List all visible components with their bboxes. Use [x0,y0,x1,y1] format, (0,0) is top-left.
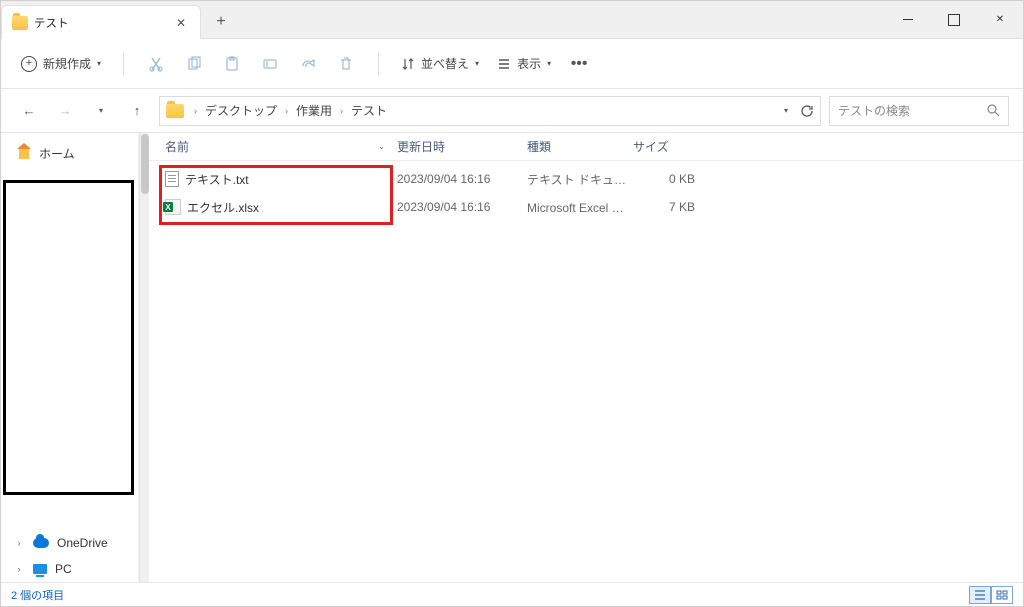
icons-view-button[interactable] [991,586,1013,604]
chevron-down-icon: ▾ [97,59,101,68]
view-mode-buttons [969,586,1013,604]
breadcrumb-item[interactable]: 作業用 [294,100,334,121]
file-name: テキスト.txt [185,171,249,188]
sidebar-item-onedrive[interactable]: › OneDrive [1,530,138,556]
toolbar: + 新規作成 ▾ 並べ替え ▾ 表示 ▾ ••• [1,39,1023,89]
file-type: テキスト ドキュメント [527,171,633,188]
close-window-button[interactable]: ✕ [977,1,1023,38]
column-label: 種類 [527,140,551,154]
file-type: Microsoft Excel ワ... [527,199,633,216]
sidebar-item-home[interactable]: ホーム [5,139,134,168]
share-button[interactable] [292,48,324,80]
view-icon [497,57,511,71]
view-button[interactable]: 表示 ▾ [491,51,557,76]
details-view-button[interactable] [969,586,991,604]
column-type[interactable]: 種類 [527,138,633,155]
new-label: 新規作成 [43,55,91,72]
search-icon [987,104,1000,117]
file-row[interactable]: テキスト.txt 2023/09/04 16:16 テキスト ドキュメント 0 … [149,165,1023,193]
file-date: 2023/09/04 16:16 [397,200,527,214]
column-label: 名前 [165,138,189,155]
cut-button[interactable] [140,48,172,80]
status-bar: 2 個の項目 [1,582,1023,606]
tab-title: テスト [34,15,69,31]
column-size[interactable]: サイズ [633,138,705,155]
delete-button[interactable] [330,48,362,80]
sort-label: 並べ替え [421,55,469,72]
cloud-icon [33,538,49,548]
home-icon [17,148,31,160]
chevron-down-icon[interactable]: ▾ [784,106,788,115]
folder-icon [12,16,28,30]
xlsx-file-icon [165,199,181,215]
up-button[interactable]: ↑ [123,97,151,125]
sidebar-label: ホーム [39,145,75,162]
content-area: 名前 ⌄ 更新日時 種類 サイズ テキスト.txt 2023/09/04 16:… [149,133,1023,582]
pc-icon [33,564,47,574]
chevron-right-icon: › [192,106,199,116]
sort-icon [401,57,415,71]
chevron-right-icon[interactable]: › [13,538,25,548]
maximize-button[interactable] [931,1,977,38]
window-controls: ✕ [885,1,1023,38]
chevron-right-icon[interactable]: › [13,564,25,574]
sort-indicator-icon: ⌄ [378,142,385,151]
back-button[interactable]: ← [15,97,43,125]
navigation-row: ← → ▾ ↑ › デスクトップ › 作業用 › テスト ▾ テストの検索 [1,89,1023,133]
separator [378,53,379,75]
chevron-right-icon: › [283,106,290,116]
file-row[interactable]: エクセル.xlsx 2023/09/04 16:16 Microsoft Exc… [149,193,1023,221]
file-size: 7 KB [633,200,705,214]
titlebar: テスト ✕ + ✕ [1,1,1023,39]
column-name[interactable]: 名前 ⌄ [165,138,397,155]
rename-button[interactable] [254,48,286,80]
column-label: 更新日時 [397,140,445,154]
refresh-button[interactable] [800,104,814,118]
minimize-button[interactable] [885,1,931,38]
column-date[interactable]: 更新日時 [397,138,527,155]
sort-button[interactable]: 並べ替え ▾ [395,51,485,76]
view-label: 表示 [517,55,541,72]
plus-icon: + [21,56,37,72]
sidebar-item-pc[interactable]: › PC [1,556,138,582]
chevron-right-icon: › [338,106,345,116]
new-tab-button[interactable]: + [201,5,241,38]
breadcrumb-item[interactable]: デスクトップ [203,100,279,121]
chevron-down-icon: ▾ [475,59,479,68]
search-placeholder: テストの検索 [838,102,910,119]
status-item-count: 2 個の項目 [11,587,64,603]
sidebar-label: OneDrive [57,536,108,550]
column-headers: 名前 ⌄ 更新日時 種類 サイズ [149,133,1023,161]
paste-button[interactable] [216,48,248,80]
forward-button[interactable]: → [51,97,79,125]
txt-file-icon [165,171,179,187]
body: ホーム › OneDrive › PC 名前 ⌄ 更新日時 種類 サイズ [1,133,1023,582]
file-size: 0 KB [633,172,705,186]
close-tab-icon[interactable]: ✕ [172,14,190,32]
file-list: テキスト.txt 2023/09/04 16:16 テキスト ドキュメント 0 … [149,161,1023,221]
copy-button[interactable] [178,48,210,80]
tab-strip: テスト ✕ + [1,1,885,38]
folder-icon [166,104,184,118]
file-date: 2023/09/04 16:16 [397,172,527,186]
chevron-down-icon: ▾ [547,59,551,68]
file-name: エクセル.xlsx [187,199,259,216]
sidebar-label: PC [55,562,72,576]
recent-button[interactable]: ▾ [87,97,115,125]
column-label: サイズ [633,140,669,154]
sidebar: ホーム › OneDrive › PC [1,133,139,582]
more-button[interactable]: ••• [563,48,595,80]
redacted-region [3,180,134,495]
sidebar-scrollbar[interactable] [139,133,149,582]
separator [123,53,124,75]
search-input[interactable]: テストの検索 [829,96,1009,126]
address-bar[interactable]: › デスクトップ › 作業用 › テスト ▾ [159,96,821,126]
new-item-button[interactable]: + 新規作成 ▾ [15,51,107,76]
tab-active[interactable]: テスト ✕ [1,5,201,39]
breadcrumb-item[interactable]: テスト [349,100,389,121]
